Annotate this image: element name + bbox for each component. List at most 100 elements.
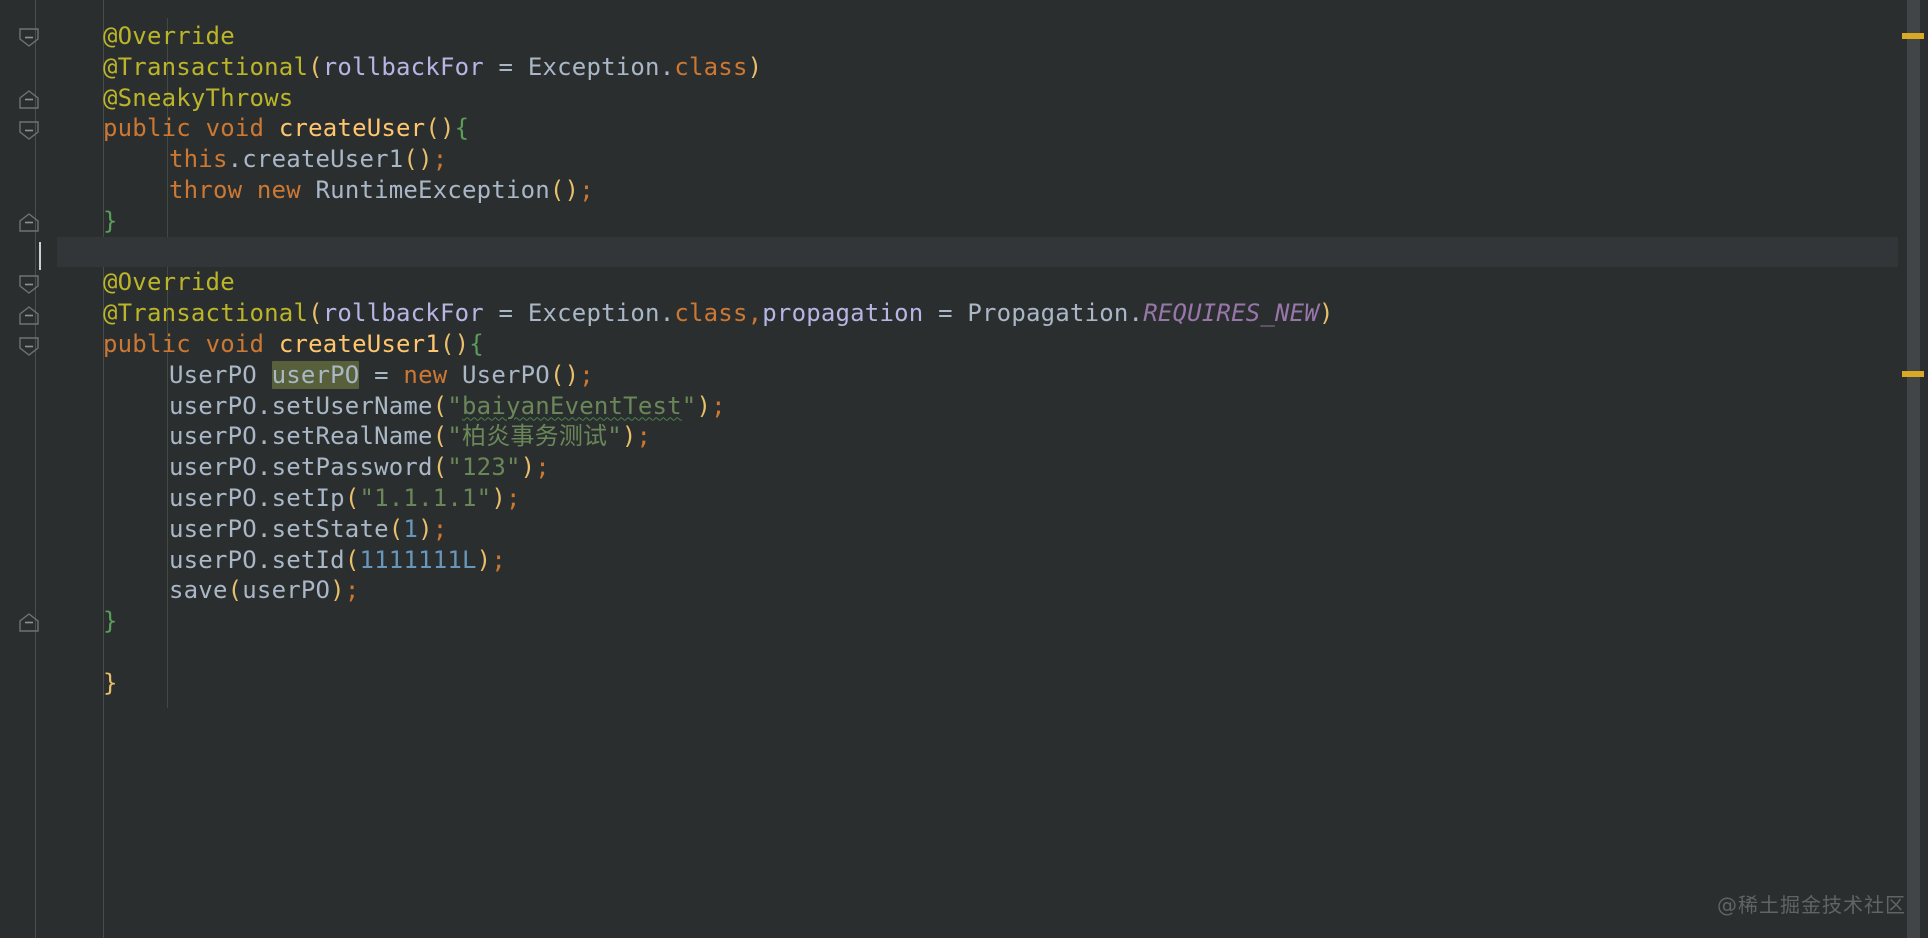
code-token: public: [103, 330, 191, 358]
code-line[interactable]: throw new RuntimeException();: [57, 175, 1928, 206]
code-token: (: [432, 453, 448, 482]
code-token: ): [476, 545, 492, 574]
code-token: ): [621, 422, 637, 451]
code-token: ;: [579, 176, 594, 204]
code-token: ): [696, 391, 712, 420]
code-line[interactable]: userPO.setState(1);: [57, 514, 1928, 545]
fold-marker-down-icon[interactable]: [19, 337, 39, 356]
code-line[interactable]: @Override: [57, 267, 1928, 298]
code-line[interactable]: userPO.setUserName("baiyanEventTest");: [57, 391, 1928, 422]
code-line[interactable]: }: [57, 606, 1928, 637]
code-token: .: [256, 545, 272, 574]
code-line[interactable]: }: [57, 206, 1928, 237]
code-line[interactable]: [57, 637, 1928, 668]
code-token: (): [549, 360, 580, 389]
code-token: (: [344, 484, 360, 512]
code-token: class: [674, 299, 748, 328]
code-marker-stripe[interactable]: [1902, 371, 1924, 377]
code-line[interactable]: @Transactional(rollbackFor = Exception.c…: [57, 52, 1928, 83]
code-line[interactable]: public void createUser1(){: [57, 329, 1928, 360]
code-line[interactable]: this.createUser1();: [57, 144, 1928, 175]
fold-marker-up-icon[interactable]: [19, 90, 39, 109]
code-token: class: [674, 52, 748, 81]
code-token: @Override: [103, 22, 235, 50]
watermark-text: @稀土掘金技术社区: [1717, 893, 1906, 917]
code-line[interactable]: @Override: [57, 21, 1928, 52]
code-token: .: [256, 453, 272, 482]
editor-marker-bar[interactable]: [1898, 0, 1928, 938]
code-token: createUser1: [278, 330, 440, 358]
code-token: userPO: [169, 453, 257, 482]
code-token: .: [659, 299, 675, 328]
fold-marker-down-icon[interactable]: [19, 275, 39, 294]
fold-marker-up-icon[interactable]: [19, 213, 39, 232]
code-token: public: [103, 114, 191, 143]
fold-marker-down-icon[interactable]: [19, 121, 39, 140]
code-token: ;: [579, 360, 594, 389]
code-token: baiyanEventTest: [462, 391, 682, 420]
code-line[interactable]: userPO.setRealName("柏炎事务测试");: [57, 421, 1928, 452]
code-marker-stripe[interactable]: [1902, 33, 1924, 39]
code-token: void: [205, 114, 265, 143]
code-line[interactable]: @SneakyThrows: [57, 83, 1928, 114]
code-line[interactable]: userPO.setId(1111111L);: [57, 545, 1928, 576]
code-token: @Transactional: [103, 299, 309, 328]
code-line[interactable]: public void createUser(){: [57, 113, 1928, 144]
code-token: setUserName: [271, 391, 433, 420]
code-token: Propagation: [967, 299, 1129, 328]
editor-gutter[interactable]: [0, 0, 57, 938]
code-token: ;: [711, 391, 726, 420]
code-token: (): [403, 145, 433, 174]
code-token: .: [256, 422, 272, 451]
code-token: =: [923, 299, 968, 328]
code-token: (: [308, 299, 323, 328]
code-token: ;: [491, 545, 506, 574]
fold-marker-up-icon[interactable]: [19, 306, 39, 325]
code-text-area[interactable]: @Override @Transactional(rollbackFor = Ex…: [57, 0, 1928, 938]
code-token: =: [359, 360, 404, 389]
code-token: ": [681, 391, 697, 420]
vertical-scrollbar-thumb[interactable]: [1907, 0, 1920, 938]
code-token: (: [308, 52, 323, 81]
code-token: "123": [447, 453, 521, 482]
code-token: this: [169, 145, 228, 174]
code-token: (): [425, 114, 455, 143]
code-token: REQUIRES_NEW: [1143, 299, 1319, 328]
code-token: ;: [344, 576, 360, 605]
code-line[interactable]: save(userPO);: [57, 575, 1928, 606]
code-token: =: [483, 52, 528, 81]
code-token: (: [388, 514, 404, 543]
code-token: throw: [169, 176, 243, 204]
code-token: userPO: [169, 545, 257, 574]
code-token: @Transactional: [103, 52, 309, 81]
code-token: userPO: [169, 391, 257, 420]
code-token: propagation: [762, 299, 924, 328]
code-line[interactable]: }: [57, 668, 1928, 699]
code-token: .: [1128, 299, 1144, 328]
code-line[interactable]: userPO.setIp("1.1.1.1");: [57, 483, 1928, 514]
fold-marker-down-icon[interactable]: [19, 28, 39, 47]
code-token: ;: [432, 145, 448, 174]
code-token: ;: [432, 514, 448, 543]
code-token: ): [330, 576, 345, 605]
code-line[interactable]: userPO.setPassword("123");: [57, 452, 1928, 483]
code-token: userPO: [169, 484, 257, 512]
code-line[interactable]: [57, 236, 1928, 268]
code-token: new: [256, 176, 301, 204]
code-token: .: [256, 484, 272, 512]
code-token: ,: [747, 299, 763, 328]
code-token: .: [256, 391, 272, 420]
code-token: userPO: [242, 576, 331, 605]
code-editor[interactable]: @Override @Transactional(rollbackFor = Ex…: [0, 0, 1928, 938]
code-line[interactable]: UserPO userPO = new UserPO();: [57, 360, 1928, 391]
fold-marker-up-icon[interactable]: [19, 613, 39, 632]
code-token: new: [403, 360, 448, 389]
code-line[interactable]: @Transactional(rollbackFor = Exception.c…: [57, 298, 1928, 329]
code-token: rollbackFor: [322, 299, 484, 328]
code-token: void: [205, 330, 265, 358]
code-token: ": [447, 391, 463, 420]
